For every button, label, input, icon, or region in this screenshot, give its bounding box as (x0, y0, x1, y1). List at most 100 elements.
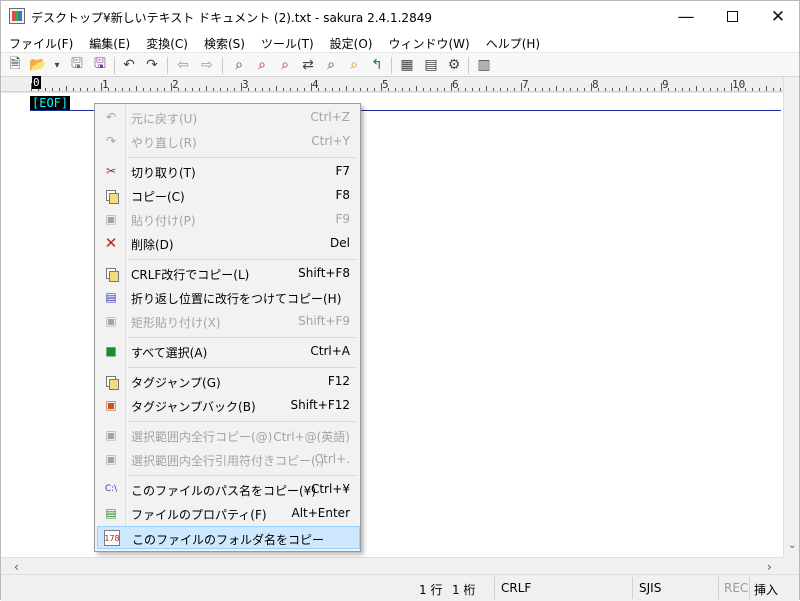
menu-file[interactable]: ファイル(F) (1, 32, 81, 52)
ruler-tick (73, 88, 74, 91)
vertical-scrollbar[interactable]: ⌄ (783, 77, 799, 557)
context-menu-item-copy-path[interactable]: C:\ このファイルのパス名をコピー(¥) Ctrl+¥ (97, 478, 360, 501)
ruler-tick (647, 88, 648, 91)
context-menu-label: 矩形貼り付け(X) (131, 316, 221, 330)
context-menu-item-quoted-copy[interactable]: ▣ 選択範囲内全行引用符付きコピー(,) Ctrl+. (97, 448, 360, 471)
context-menu-separator (128, 367, 356, 368)
ruler-label: 6 (452, 78, 459, 91)
scroll-down-icon[interactable]: ⌄ (788, 540, 796, 551)
menu-settings[interactable]: 設定(O) (322, 32, 381, 52)
toolbar-separator (391, 57, 392, 74)
minimize-button[interactable]: — (663, 1, 709, 32)
forward-icon[interactable]: ⇨ (198, 56, 216, 74)
ruler-tick (346, 86, 347, 91)
close-button[interactable]: ✕ (755, 1, 800, 32)
title-bar: デスクトップ¥新しいテキスト ドキュメント (2).txt - sakura 2… (1, 1, 799, 32)
menu-help[interactable]: ヘルプ(H) (478, 32, 548, 52)
context-menu-shortcut: Alt+Enter (291, 506, 350, 520)
context-menu: ↶ 元に戻す(U) Ctrl+Z ↷ やり直し(R) Ctrl+Y ✂ 切り取り… (94, 103, 361, 552)
ruler-tick (619, 88, 620, 91)
context-menu-label: 元に戻す(U) (131, 112, 198, 126)
search-icon[interactable]: ⌕ (230, 56, 248, 74)
context-menu-item-file-properties[interactable]: ▤ ファイルのプロパティ(F) Alt+Enter (97, 502, 360, 525)
menu-tools[interactable]: ツール(T) (253, 32, 322, 52)
search-previous-icon[interactable]: ⌕ (276, 56, 294, 74)
context-menu-label: やり直し(R) (131, 136, 197, 150)
context-menu-item-undo[interactable]: ↶ 元に戻す(U) Ctrl+Z (97, 106, 360, 129)
context-menu-item-select-all[interactable]: ■ すべて選択(A) Ctrl+A (97, 340, 360, 363)
dropdown-icon[interactable]: ▾ (48, 56, 66, 74)
menu-window[interactable]: ウィンドウ(W) (380, 32, 477, 52)
context-menu-item-copy-lines[interactable]: ▣ 選択範囲内全行コピー(@) Ctrl+@(英語) (97, 424, 360, 447)
ruler-tick (556, 86, 557, 91)
scroll-left-icon[interactable]: ‹ (14, 560, 19, 574)
context-menu-label: 選択範囲内全行引用符付きコピー(,) (131, 454, 325, 468)
ruler-tick (136, 86, 137, 91)
ruler-tick (759, 88, 760, 91)
search-next-icon[interactable]: ⌕ (253, 56, 271, 74)
context-menu-shortcut: Ctrl+. (314, 452, 350, 466)
context-menu-item-copy[interactable]: コピー(C) F8 (97, 184, 360, 207)
scroll-right-icon[interactable]: › (767, 560, 772, 574)
context-menu-item-tag-jump[interactable]: タグジャンプ(G) F12 (97, 370, 360, 393)
ruler-tick (276, 86, 277, 91)
context-menu-item-cut[interactable]: ✂ 切り取り(T) F7 (97, 160, 360, 183)
ruler-tick (703, 88, 704, 91)
toolbar-separator (167, 57, 168, 74)
properties-icon: ▤ (105, 506, 117, 520)
context-menu-item-wrap-copy[interactable]: ▤ 折り返し位置に改行をつけてコピー(H) (97, 286, 360, 309)
ruler-tick (507, 88, 508, 91)
ruler-tick (710, 88, 711, 91)
context-menu-item-redo[interactable]: ↷ やり直し(R) Ctrl+Y (97, 130, 360, 153)
undo-icon[interactable]: ↶ (120, 56, 138, 74)
back-icon[interactable]: ⇦ (174, 56, 192, 74)
compare-icon[interactable]: ⌕ (345, 56, 363, 74)
ruler-tick (640, 88, 641, 91)
context-menu-label: ファイルのプロパティ(F) (131, 508, 267, 522)
window-list-icon[interactable]: ▥ (475, 56, 493, 74)
status-insert-mode[interactable]: 挿入 (754, 581, 778, 598)
ruler-tick (122, 88, 123, 91)
tag-jump-icon[interactable]: ⌕ (322, 56, 340, 74)
horizontal-scrollbar[interactable]: ‹ › (1, 557, 783, 574)
ruler-tick (444, 88, 445, 91)
maximize-button[interactable] (709, 1, 755, 32)
tag-jump-icon (103, 373, 119, 390)
minimize-icon: — (677, 6, 695, 27)
context-menu-item-tag-jump-back[interactable]: ▣ タグジャンプバック(B) Shift+F12 (97, 394, 360, 417)
ruler-tick (570, 88, 571, 91)
macro-icon[interactable]: ↰ (368, 56, 386, 74)
options-icon[interactable]: ⚙ (445, 56, 463, 74)
status-column: 1 桁 (452, 583, 476, 597)
redo-icon[interactable]: ↷ (143, 56, 161, 74)
ruler-tick (689, 88, 690, 91)
context-menu-item-paste[interactable]: ▣ 貼り付け(P) F9 (97, 208, 360, 231)
new-file-icon[interactable]: 🗎 (6, 56, 24, 74)
context-menu-separator (128, 157, 356, 158)
delete-icon: ✕ (104, 234, 118, 252)
menu-convert[interactable]: 変換(C) (138, 32, 196, 52)
status-eol[interactable]: CRLF (501, 581, 531, 595)
replace-icon[interactable]: ⇄ (299, 56, 317, 74)
save-as-icon[interactable]: 🖫 (91, 56, 109, 74)
context-menu-shortcut: Del (330, 236, 350, 250)
context-menu-item-rectangle-paste[interactable]: ▣ 矩形貼り付け(X) Shift+F9 (97, 310, 360, 333)
ruler-tick (157, 88, 158, 91)
menu-search[interactable]: 検索(S) (196, 32, 253, 52)
ruler-label: 7 (522, 78, 529, 91)
status-rec[interactable]: REC (724, 581, 748, 595)
menu-edit[interactable]: 編集(E) (81, 32, 138, 52)
save-icon[interactable]: 🖫 (68, 56, 86, 74)
copy-crlf-icon (103, 265, 119, 282)
context-menu-item-copy-folder-name[interactable]: 178 このファイルのフォルダ名をコピー (97, 526, 360, 549)
status-encoding[interactable]: SJIS (639, 581, 661, 595)
context-menu-item-crlf-copy[interactable]: CRLF改行でコピー(L) Shift+F8 (97, 262, 360, 285)
context-menu-item-delete[interactable]: ✕ 削除(D) Del (97, 232, 360, 255)
context-menu-label: タグジャンプ(G) (131, 376, 221, 390)
outline-icon[interactable]: ▤ (422, 56, 440, 74)
ruler-label: 8 (592, 78, 599, 91)
ruler-tick (633, 88, 634, 91)
open-folder-icon[interactable]: 📂 (29, 56, 47, 74)
grep-icon[interactable]: ▦ (398, 56, 416, 74)
ruler-tick (213, 88, 214, 91)
